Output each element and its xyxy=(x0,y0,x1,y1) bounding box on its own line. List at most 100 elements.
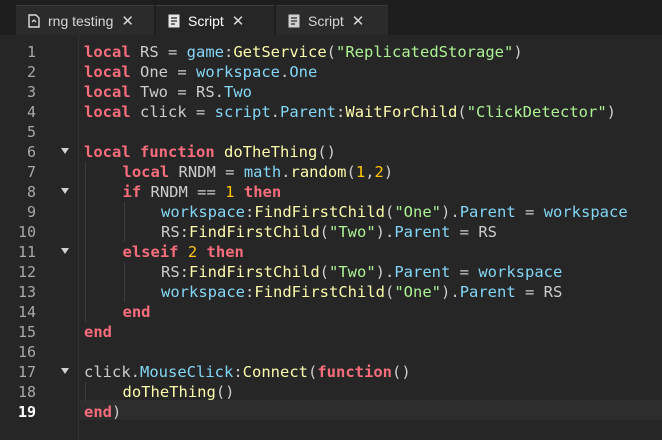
code-token: GetService xyxy=(233,43,327,61)
code-token: 1 xyxy=(355,163,366,181)
code-token: ( xyxy=(385,203,395,221)
code-line[interactable]: 8 if RNDM == 1 then xyxy=(0,182,662,202)
code-token: workspace xyxy=(543,203,628,221)
fold-arrow-icon[interactable] xyxy=(61,368,69,374)
code-token: . xyxy=(270,103,281,121)
code-token: : xyxy=(245,283,255,301)
code-line[interactable]: 10 RS:FindFirstChild("Two").Parent = RS xyxy=(0,222,662,242)
line-number: 8 xyxy=(26,183,36,201)
code-text: workspace:FindFirstChild("One").Parent =… xyxy=(161,202,628,222)
code-line[interactable]: 13 workspace:FindFirstChild("One").Parent… xyxy=(0,282,662,302)
code-editor[interactable]: 1 local RS = game:GetService("ReplicatedS… xyxy=(0,35,662,440)
code-line[interactable]: 16 xyxy=(0,342,662,362)
tab-script[interactable]: Script ✕ xyxy=(276,5,388,35)
close-icon[interactable]: ✕ xyxy=(352,12,365,30)
script-icon xyxy=(286,13,302,29)
code-text: end xyxy=(84,322,112,342)
code-token: Connect xyxy=(242,363,308,381)
code-token: MouseClick xyxy=(140,363,234,381)
line-number: 3 xyxy=(26,83,36,101)
code-text: local click = script.Parent:WaitForChild… xyxy=(84,102,616,122)
code-token: . xyxy=(280,63,290,81)
code-token: "Two" xyxy=(329,263,376,281)
code-token: One xyxy=(289,63,318,81)
line-number: 17 xyxy=(17,363,36,381)
line-number: 12 xyxy=(17,263,36,281)
code-token: Parent xyxy=(459,283,516,301)
code-token: workspace xyxy=(161,283,245,301)
code-token: WaitForChild xyxy=(345,103,458,121)
code-text: local function doTheThing() xyxy=(84,142,336,162)
line-number: 4 xyxy=(26,103,36,121)
code-token: local xyxy=(122,163,170,181)
code-token: "One" xyxy=(394,203,442,221)
code-token: ) xyxy=(112,403,122,421)
code-line[interactable]: 3 local Two = RS.Two xyxy=(0,82,662,102)
code-token: ( xyxy=(326,43,337,61)
code-line[interactable]: 7 local RNDM = math.random(1,2) xyxy=(0,162,662,182)
close-icon[interactable]: ✕ xyxy=(121,12,134,30)
code-token: doTheThing xyxy=(224,143,318,161)
code-token: ( xyxy=(346,163,356,181)
code-token: ). xyxy=(375,263,395,281)
code-token: doTheThing xyxy=(122,383,216,401)
code-token: ). xyxy=(375,223,395,241)
code-token: FindFirstChild xyxy=(189,263,320,281)
code-text: local RS = game:GetService("ReplicatedSt… xyxy=(84,42,523,62)
code-token: FindFirstChild xyxy=(254,203,385,221)
tab-rng-testing[interactable]: rng testing ✕ xyxy=(16,5,154,35)
code-token: local xyxy=(84,143,131,161)
code-line[interactable]: 18 doTheThing() xyxy=(0,382,662,402)
code-line[interactable]: 11 elseif 2 then xyxy=(0,242,662,262)
code-token: ). xyxy=(441,203,460,221)
line-number: 2 xyxy=(26,63,36,81)
code-line[interactable]: 6 local function doTheThing() xyxy=(0,142,662,162)
code-token: ) xyxy=(606,103,617,121)
code-token: Parent xyxy=(394,223,451,241)
code-text: end xyxy=(123,302,151,322)
fold-arrow-icon[interactable] xyxy=(61,188,69,194)
code-token: : xyxy=(245,203,255,221)
code-token: local xyxy=(84,83,131,101)
code-token: One = xyxy=(130,63,196,81)
code-token: () xyxy=(215,383,235,401)
code-token: "One" xyxy=(394,283,442,301)
code-token: ( xyxy=(319,263,329,281)
code-line[interactable]: 15 end xyxy=(0,322,662,342)
code-token: ( xyxy=(319,223,329,241)
code-line[interactable]: 9 workspace:FindFirstChild("One").Parent … xyxy=(0,202,662,222)
code-token: ) xyxy=(513,43,523,61)
code-line[interactable]: 4 local click = script.Parent:WaitForChil… xyxy=(0,102,662,122)
code-line[interactable]: 12 RS:FindFirstChild("Two").Parent = work… xyxy=(0,262,662,282)
code-line[interactable]: 5 xyxy=(0,122,662,142)
code-token: : xyxy=(233,363,243,381)
code-token: () xyxy=(392,363,411,381)
code-line[interactable]: 14 end xyxy=(0,302,662,322)
code-line[interactable]: 2 local One = workspace.One xyxy=(0,62,662,82)
code-token: game xyxy=(186,43,224,61)
code-line[interactable]: 19 end) xyxy=(0,402,662,422)
code-token: Parent xyxy=(394,263,451,281)
code-token: Parent xyxy=(459,203,516,221)
close-icon[interactable]: ✕ xyxy=(232,12,245,30)
code-line[interactable]: 17 click.MouseClick:Connect(function() xyxy=(0,362,662,382)
line-number: 1 xyxy=(26,43,36,61)
code-line[interactable]: 1 local RS = game:GetService("ReplicatedS… xyxy=(0,42,662,62)
fold-arrow-icon[interactable] xyxy=(61,248,69,254)
tab-script-active[interactable]: Script ✕ xyxy=(156,5,274,35)
code-token: : xyxy=(336,103,346,121)
code-token: RNDM = xyxy=(169,163,244,181)
code-token: ( xyxy=(457,103,467,121)
code-token: click. xyxy=(84,363,140,381)
code-token: : xyxy=(224,43,234,61)
line-number: 7 xyxy=(26,163,36,181)
code-token: = xyxy=(515,203,544,221)
code-token: then xyxy=(243,183,282,201)
line-number: 19 xyxy=(17,403,36,421)
line-number: 16 xyxy=(17,343,36,361)
line-number: 10 xyxy=(17,223,36,241)
code-token: = RS xyxy=(450,223,498,241)
fold-arrow-icon[interactable] xyxy=(61,148,69,154)
tab-label: Script xyxy=(188,12,224,29)
